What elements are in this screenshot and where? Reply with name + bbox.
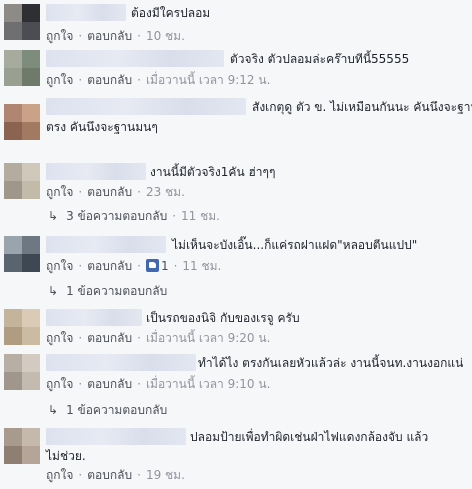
comment-text: งานนี้มีตัวจริง1คัน ฮ่าๆๆ xyxy=(150,165,276,179)
view-replies-link[interactable]: ↳ 1 ข้อความตอบกลับ xyxy=(48,282,167,300)
comment-actions: ถูกใจ · ตอบกลับ · เมื่อวานนี้ เวลา 9:12 น. xyxy=(46,73,271,87)
commenter-name[interactable] xyxy=(46,354,196,371)
reply-link[interactable]: ตอบกลับ xyxy=(87,185,132,199)
comment-timestamp[interactable]: 23 ชม. xyxy=(146,185,185,199)
like-link[interactable]: ถูกใจ xyxy=(46,29,73,43)
like-link[interactable]: ถูกใจ xyxy=(46,259,73,273)
like-link[interactable]: ถูกใจ xyxy=(46,73,73,87)
commenter-name[interactable] xyxy=(46,309,142,326)
comment-timestamp[interactable]: 11 ชม. xyxy=(182,259,221,273)
comment-text: ทำได้ไง ตรงกันเลยหัวแล้วล่ะ งานนี้จนท.งา… xyxy=(198,356,464,370)
comment-text: เป็นรถของนิจิ กับของเรจู ครับ xyxy=(146,311,300,325)
commenter-name[interactable] xyxy=(46,4,126,21)
reply-arrow-icon: ↳ xyxy=(48,284,59,298)
replies-timestamp: 11 ชม. xyxy=(181,209,220,223)
comment-timestamp[interactable]: เมื่อวานนี้ เวลา 9:10 น. xyxy=(146,377,270,391)
comment-text-line1: สังเกตุดู ตัว ข. ไม่เหมือนกันนะ คันนึงจะ… xyxy=(252,100,472,114)
commenter-name[interactable] xyxy=(46,428,186,445)
view-replies-link[interactable]: ↳ 1 ข้อความตอบกลับ xyxy=(48,401,167,419)
avatar[interactable] xyxy=(4,4,40,40)
comment-timestamp[interactable]: 10 ชม. xyxy=(146,29,185,43)
avatar[interactable] xyxy=(4,428,40,464)
comment-text: ไม่เห็นจะบังเอิ๊น...ก็แค่รถฝาแฝด"หลอบตีน… xyxy=(172,238,418,252)
comment-text: ต้องมีใครปลอม xyxy=(131,6,211,20)
comment-timestamp[interactable]: เมื่อวานนี้ เวลา 9:12 น. xyxy=(146,73,270,87)
reply-link[interactable]: ตอบกลับ xyxy=(87,259,132,273)
avatar[interactable] xyxy=(4,309,40,345)
reply-link[interactable]: ตอบกลับ xyxy=(87,73,132,87)
reply-link[interactable]: ตอบกลับ xyxy=(87,377,132,391)
replies-count[interactable]: 1 ข้อความตอบกลับ xyxy=(66,403,167,417)
replies-count[interactable]: 1 ข้อความตอบกลับ xyxy=(66,284,167,298)
avatar[interactable] xyxy=(4,50,40,86)
like-count[interactable]: 1 xyxy=(161,259,169,273)
like-link[interactable]: ถูกใจ xyxy=(46,185,73,199)
comment-actions: ถูกใจ · ตอบกลับ · 10 ชม. xyxy=(46,29,185,43)
replies-count[interactable]: 3 ข้อความตอบกลับ xyxy=(66,209,167,223)
comment-text-line2: ไม่ช่วย. xyxy=(46,449,86,463)
comment-text-line2: ตรง คันนึงจะฐานมนๆ xyxy=(46,120,158,134)
comment-actions: ถูกใจ · ตอบกลับ · เมื่อวานนี้ เวลา 9:20 น. xyxy=(46,331,271,345)
commenter-name[interactable] xyxy=(46,50,224,67)
commenter-name[interactable] xyxy=(46,236,166,253)
comment-actions: ถูกใจ · ตอบกลับ · 1 · 11 ชม. xyxy=(46,259,222,273)
comment-actions: ถูกใจ · ตอบกลับ · 19 ชม. xyxy=(46,468,185,482)
comment-text-line1: ปลอมป้ายเพื่อทำผิดเช่นฝ่าไฟแดงกล้องจับ แ… xyxy=(190,430,429,444)
reply-arrow-icon: ↳ xyxy=(48,403,59,417)
comment-text: ตัวจริง ตัวปลอมล่ะคร๊าบทีนี้55555 xyxy=(230,52,410,66)
comment-timestamp[interactable]: 19 ชม. xyxy=(146,468,185,482)
like-link[interactable]: ถูกใจ xyxy=(46,377,73,391)
like-link[interactable]: ถูกใจ xyxy=(46,331,73,345)
like-link[interactable]: ถูกใจ xyxy=(46,468,73,482)
comment-actions: ถูกใจ · ตอบกลับ · เมื่อวานนี้ เวลา 9:10 น. xyxy=(46,377,271,391)
avatar[interactable] xyxy=(4,163,40,199)
comment-timestamp[interactable]: เมื่อวานนี้ เวลา 9:20 น. xyxy=(146,331,270,345)
reply-link[interactable]: ตอบกลับ xyxy=(87,468,132,482)
avatar[interactable] xyxy=(4,104,40,140)
commenter-name[interactable] xyxy=(46,98,246,115)
reply-link[interactable]: ตอบกลับ xyxy=(87,331,132,345)
reply-link[interactable]: ตอบกลับ xyxy=(87,29,132,43)
avatar[interactable] xyxy=(4,236,40,272)
avatar[interactable] xyxy=(4,354,40,390)
like-thumb-icon xyxy=(145,259,159,272)
commenter-name[interactable] xyxy=(46,163,146,180)
comment-actions: ถูกใจ · ตอบกลับ · 23 ชม. xyxy=(46,185,185,199)
view-replies-link[interactable]: ↳ 3 ข้อความตอบกลับ · 11 ชม. xyxy=(48,207,220,225)
reply-arrow-icon: ↳ xyxy=(48,209,59,223)
comment-feed: ต้องมีใครปลอม ถูกใจ · ตอบกลับ · 10 ชม. ตัวจร… xyxy=(0,0,472,489)
